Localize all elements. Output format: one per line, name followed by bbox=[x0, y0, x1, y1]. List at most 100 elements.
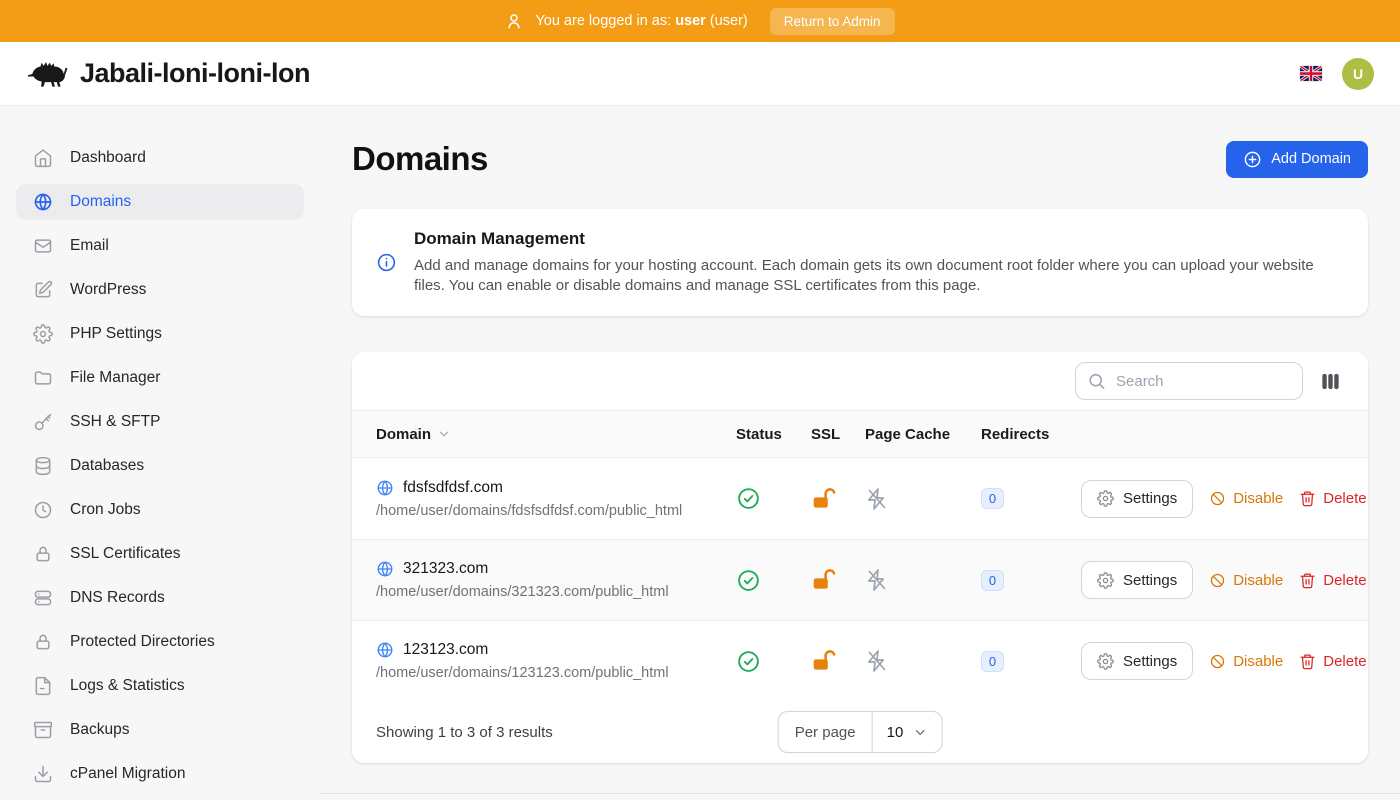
ban-icon bbox=[1209, 572, 1226, 589]
brand[interactable]: Jabali-loni-loni-lon bbox=[26, 58, 310, 90]
add-domain-button[interactable]: Add Domain bbox=[1226, 141, 1368, 178]
domain-path: /home/user/domains/123123.com/public_htm… bbox=[376, 665, 736, 681]
gear-icon bbox=[1097, 572, 1114, 589]
column-header-page-cache: Page Cache bbox=[865, 426, 981, 443]
status-check-icon bbox=[736, 649, 811, 674]
boar-logo-icon bbox=[26, 58, 70, 90]
folder-icon bbox=[33, 368, 53, 388]
lock-open-icon[interactable] bbox=[811, 567, 865, 593]
sidebar-item-label: cPanel Migration bbox=[70, 765, 185, 783]
sidebar-item-label: Databases bbox=[70, 457, 144, 475]
sidebar-item-dns-records[interactable]: DNS Records bbox=[16, 580, 304, 616]
domain-name[interactable]: 123123.com bbox=[403, 641, 488, 659]
gear-icon bbox=[1097, 490, 1114, 507]
redirects-badge: 0 bbox=[981, 570, 1004, 591]
disable-button[interactable]: Disable bbox=[1209, 572, 1283, 589]
user-avatar[interactable]: U bbox=[1342, 58, 1374, 90]
globe-icon bbox=[376, 641, 394, 659]
lock-open-icon[interactable] bbox=[811, 648, 865, 674]
gear-icon bbox=[33, 324, 53, 344]
info-card-title: Domain Management bbox=[414, 229, 1344, 249]
uk-flag-icon[interactable] bbox=[1300, 66, 1322, 81]
disable-button[interactable]: Disable bbox=[1209, 653, 1283, 670]
table-row: 123123.com /home/user/domains/123123.com… bbox=[352, 620, 1368, 701]
zap-off-icon[interactable] bbox=[865, 649, 981, 673]
home-icon bbox=[33, 148, 53, 168]
logged-in-text: You are logged in as: user (user) bbox=[535, 13, 747, 29]
sidebar-item-label: Logs & Statistics bbox=[70, 677, 185, 695]
delete-button[interactable]: Delete bbox=[1299, 653, 1366, 670]
delete-button[interactable]: Delete bbox=[1299, 490, 1366, 507]
status-check-icon bbox=[736, 486, 811, 511]
info-icon bbox=[376, 252, 397, 273]
table-toolbar bbox=[352, 352, 1368, 410]
download-icon bbox=[33, 764, 53, 784]
section-divider bbox=[320, 793, 1400, 794]
sidebar-item-php-settings[interactable]: PHP Settings bbox=[16, 316, 304, 352]
delete-button[interactable]: Delete bbox=[1299, 572, 1366, 589]
user-icon bbox=[505, 12, 523, 30]
sidebar-item-backups[interactable]: Backups bbox=[16, 712, 304, 748]
globe-icon bbox=[376, 560, 394, 578]
sidebar-item-databases[interactable]: Databases bbox=[16, 448, 304, 484]
ban-icon bbox=[1209, 490, 1226, 507]
sidebar-item-label: SSL Certificates bbox=[70, 545, 181, 563]
disable-button[interactable]: Disable bbox=[1209, 490, 1283, 507]
sidebar-item-label: PHP Settings bbox=[70, 325, 162, 343]
settings-button[interactable]: Settings bbox=[1081, 561, 1193, 599]
lock-open-icon[interactable] bbox=[811, 486, 865, 512]
sidebar-item-label: Email bbox=[70, 237, 109, 255]
clock-icon bbox=[33, 500, 53, 520]
per-page-select[interactable]: 10 bbox=[873, 712, 942, 752]
sidebar-item-ssl-certificates[interactable]: SSL Certificates bbox=[16, 536, 304, 572]
server-icon bbox=[33, 588, 53, 608]
sidebar-item-label: Domains bbox=[70, 193, 131, 211]
sidebar-item-email[interactable]: Email bbox=[16, 228, 304, 264]
sidebar-item-cpanel-migration[interactable]: cPanel Migration bbox=[16, 756, 304, 792]
app-header: Jabali-loni-loni-lon U bbox=[0, 42, 1400, 106]
settings-button[interactable]: Settings bbox=[1081, 642, 1193, 680]
lock-icon bbox=[33, 544, 53, 564]
column-header-status: Status bbox=[736, 426, 811, 443]
brand-title: Jabali-loni-loni-lon bbox=[80, 58, 310, 89]
domain-path: /home/user/domains/fdsfsdfdsf.com/public… bbox=[376, 503, 736, 519]
ban-icon bbox=[1209, 653, 1226, 670]
sidebar-item-ssh-sftp[interactable]: SSH & SFTP bbox=[16, 404, 304, 440]
sidebar-item-dashboard[interactable]: Dashboard bbox=[16, 140, 304, 176]
sidebar-item-protected-directories[interactable]: Protected Directories bbox=[16, 624, 304, 660]
file-text-icon bbox=[33, 676, 53, 696]
status-check-icon bbox=[736, 568, 811, 593]
page-title: Domains bbox=[352, 140, 488, 178]
column-header-domain[interactable]: Domain bbox=[352, 426, 736, 443]
return-to-admin-button[interactable]: Return to Admin bbox=[770, 8, 895, 35]
sidebar-item-label: WordPress bbox=[70, 281, 146, 299]
chevron-down-icon bbox=[437, 427, 451, 441]
columns-icon[interactable] bbox=[1317, 368, 1344, 395]
domain-name[interactable]: fdsfsdfdsf.com bbox=[403, 479, 503, 497]
zap-off-icon[interactable] bbox=[865, 568, 981, 592]
globe-icon bbox=[376, 479, 394, 497]
gear-icon bbox=[1097, 653, 1114, 670]
domains-table-card: Domain Status SSL Page Cache Redirects f… bbox=[352, 352, 1368, 763]
sidebar-item-label: File Manager bbox=[70, 369, 160, 387]
sidebar-item-wordpress[interactable]: WordPress bbox=[16, 272, 304, 308]
sidebar-item-file-manager[interactable]: File Manager bbox=[16, 360, 304, 396]
info-card-description: Add and manage domains for your hosting … bbox=[414, 256, 1344, 296]
trash-icon bbox=[1299, 490, 1316, 507]
domain-management-info-card: Domain Management Add and manage domains… bbox=[352, 209, 1368, 316]
domain-path: /home/user/domains/321323.com/public_htm… bbox=[376, 584, 736, 600]
table-header-row: Domain Status SSL Page Cache Redirects bbox=[352, 410, 1368, 458]
circle-plus-icon bbox=[1243, 150, 1262, 169]
sidebar-item-label: Backups bbox=[70, 721, 129, 739]
trash-icon bbox=[1299, 653, 1316, 670]
settings-button[interactable]: Settings bbox=[1081, 480, 1193, 518]
domain-name[interactable]: 321323.com bbox=[403, 560, 488, 578]
sidebar-item-cron-jobs[interactable]: Cron Jobs bbox=[16, 492, 304, 528]
zap-off-icon[interactable] bbox=[865, 487, 981, 511]
mail-icon bbox=[33, 236, 53, 256]
globe-icon bbox=[33, 192, 53, 212]
table-row: 321323.com /home/user/domains/321323.com… bbox=[352, 539, 1368, 620]
sidebar-item-logs-statistics[interactable]: Logs & Statistics bbox=[16, 668, 304, 704]
sidebar-item-domains[interactable]: Domains bbox=[16, 184, 304, 220]
search-input[interactable] bbox=[1075, 362, 1303, 400]
